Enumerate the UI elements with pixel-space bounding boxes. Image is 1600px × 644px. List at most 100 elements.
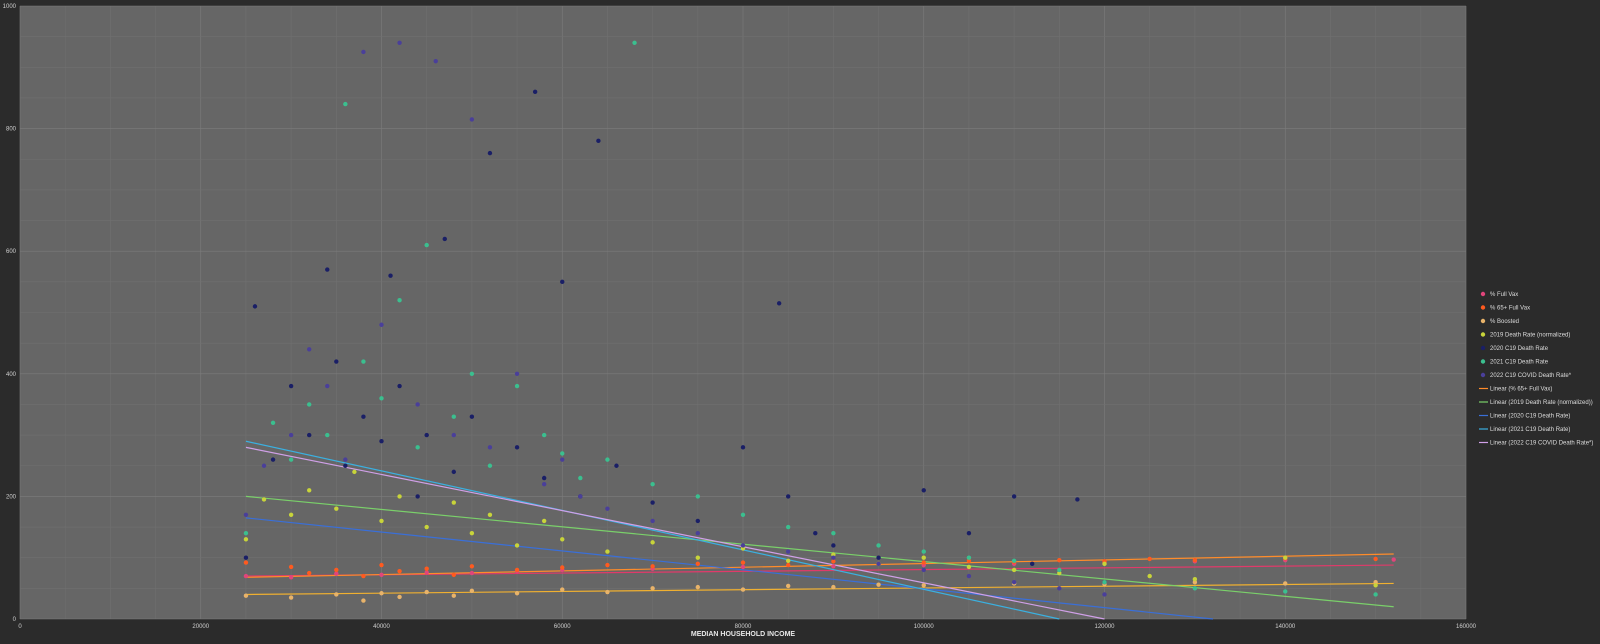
legend-entry: Linear (2020 C19 Death Rate) — [1490, 414, 1570, 420]
data-point — [650, 500, 655, 505]
data-point — [541, 481, 547, 487]
data-point — [921, 560, 926, 565]
data-point — [424, 589, 429, 595]
data-point — [307, 488, 312, 493]
data-point — [1283, 589, 1288, 594]
data-point — [361, 414, 366, 419]
x-tick-label: 120000 — [1094, 624, 1115, 630]
data-point — [966, 555, 972, 560]
data-point — [307, 570, 312, 576]
data-point — [1391, 557, 1396, 562]
data-point — [261, 463, 267, 468]
data-point — [785, 494, 791, 499]
data-point — [361, 49, 366, 55]
data-point — [343, 457, 348, 462]
data-point — [921, 555, 926, 560]
data-point — [695, 584, 701, 590]
data-point — [650, 586, 655, 591]
legend-entry: 2021 C19 Death Rate — [1490, 360, 1549, 366]
data-point — [343, 101, 348, 107]
data-point — [397, 383, 402, 389]
data-point — [469, 371, 475, 376]
data-point — [469, 530, 475, 536]
data-point — [966, 573, 972, 579]
data-point — [785, 562, 791, 568]
data-point — [785, 524, 791, 530]
x-tick-label: 0 — [18, 624, 22, 630]
data-point — [288, 564, 294, 570]
data-point — [740, 512, 746, 517]
data-point — [813, 530, 818, 536]
legend-entry: Linear (2019 Death Rate (normalized)) — [1490, 400, 1593, 406]
data-point — [451, 432, 456, 438]
data-point — [740, 587, 746, 592]
data-point — [740, 445, 746, 450]
data-point — [650, 540, 655, 545]
data-point — [605, 457, 610, 462]
data-point — [876, 555, 881, 560]
data-point — [831, 543, 836, 548]
data-point — [560, 279, 565, 285]
data-point — [776, 301, 782, 306]
x-tick-label: 160000 — [1456, 624, 1477, 630]
data-point — [433, 58, 438, 64]
data-point — [469, 117, 475, 122]
data-point — [541, 518, 547, 524]
data-point — [379, 591, 384, 596]
legend-marker — [1480, 345, 1486, 351]
legend-entry: % 65+ Full Vax — [1490, 306, 1530, 312]
data-point — [469, 588, 475, 594]
x-tick-label: 140000 — [1275, 624, 1296, 630]
data-point — [831, 584, 836, 590]
data-point — [451, 593, 456, 598]
legend-entry: Linear (% 65+ Full Vax) — [1490, 387, 1552, 393]
data-point — [560, 587, 565, 592]
data-point — [487, 150, 493, 156]
data-point — [325, 383, 330, 389]
data-point — [695, 494, 701, 499]
data-point — [966, 530, 972, 536]
legend-entry: Linear (2021 C19 Death Rate) — [1490, 427, 1570, 433]
data-point — [650, 564, 655, 569]
data-point — [487, 512, 493, 517]
data-point — [605, 589, 610, 595]
data-point — [361, 598, 366, 603]
data-point — [740, 560, 746, 565]
data-point — [388, 273, 393, 278]
x-axis-title: MEDIAN HOUSEHOLD INCOME — [691, 631, 796, 638]
legend-marker — [1480, 305, 1486, 310]
data-point — [334, 567, 339, 573]
y-tick-label: 1000 — [3, 4, 17, 10]
data-point — [541, 432, 547, 438]
data-point — [514, 591, 520, 596]
data-point — [831, 555, 836, 560]
data-point — [785, 549, 791, 554]
data-point — [288, 383, 294, 389]
data-point — [343, 463, 348, 468]
legend: % Full Vax % 65+ Full Vax % Boosted 2019 De… — [1479, 291, 1593, 447]
data-point — [397, 494, 402, 499]
data-point — [270, 420, 276, 426]
data-point — [288, 432, 294, 438]
data-point — [397, 568, 402, 574]
data-point — [921, 549, 926, 554]
data-point — [469, 414, 475, 419]
data-point — [1147, 556, 1152, 562]
data-point — [695, 555, 701, 560]
data-point — [605, 562, 610, 568]
data-point — [1057, 586, 1062, 591]
data-point — [876, 543, 881, 548]
data-point — [361, 359, 366, 364]
data-point — [1057, 567, 1062, 573]
data-point — [650, 518, 655, 524]
data-point — [1075, 497, 1080, 502]
data-point — [1192, 557, 1198, 563]
y-tick-label: 200 — [6, 494, 17, 500]
data-point — [334, 359, 339, 364]
data-point — [740, 564, 746, 570]
data-point — [424, 242, 429, 248]
data-point — [243, 555, 249, 560]
data-point — [451, 572, 456, 578]
data-point — [361, 573, 366, 579]
data-point — [415, 494, 420, 499]
